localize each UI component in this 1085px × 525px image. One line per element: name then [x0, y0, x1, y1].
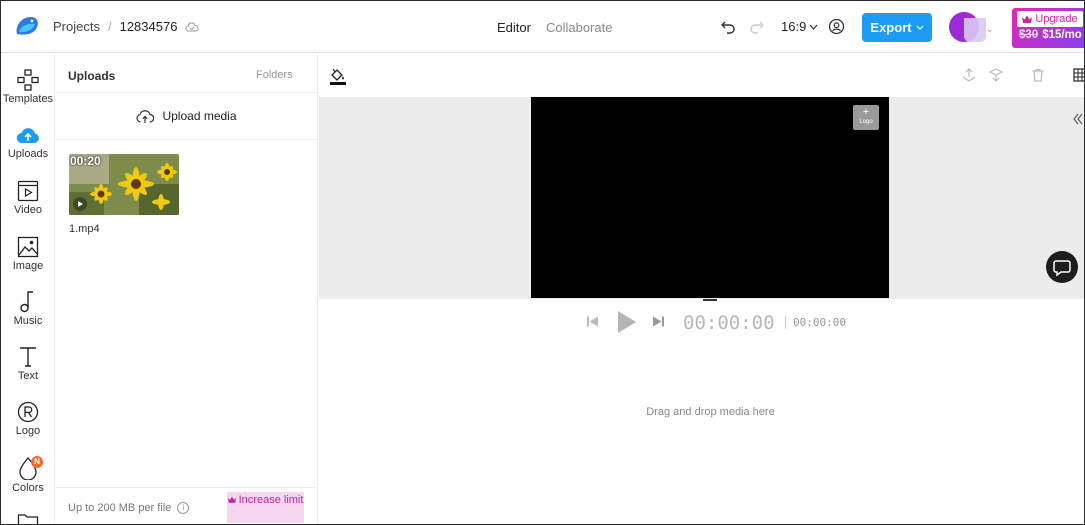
sidebar-item-image[interactable]: Image [1, 236, 55, 288]
music-note-icon [20, 291, 33, 313]
registered-icon [17, 401, 39, 423]
upload-limit-footer: Up to 200 MB per file i Increase limit [55, 487, 318, 524]
export-button[interactable]: Export [862, 13, 932, 42]
upload-media-button[interactable]: Upload media [55, 92, 318, 140]
upgrade-price: $30 $15/mo [1019, 29, 1082, 41]
folder-icon [17, 514, 39, 524]
grid-icon[interactable] [1073, 68, 1085, 82]
send-backward-icon[interactable] [989, 68, 1003, 82]
app-logo-icon[interactable] [13, 14, 41, 40]
upload-cloud-icon [16, 128, 39, 144]
upload-media-label: Upload media [162, 109, 237, 123]
undo-icon[interactable] [720, 18, 736, 34]
cloud-saved-icon [185, 22, 200, 31]
tab-collaborate[interactable]: Collaborate [546, 20, 613, 35]
skip-back-icon[interactable] [587, 316, 598, 327]
avatar-secondary [964, 18, 986, 42]
play-icon [73, 197, 87, 211]
breadcrumb: Projects / 12834576 [53, 19, 200, 34]
increase-limit-button[interactable]: Increase limit [227, 492, 304, 523]
trash-icon[interactable] [1031, 68, 1045, 82]
sidebar-item-label: Music [13, 315, 43, 327]
templates-icon [17, 69, 39, 91]
chevron-down-icon [916, 25, 924, 30]
current-timecode: 00:00:00 [683, 312, 775, 334]
new-badge: N [31, 456, 43, 468]
text-icon [20, 347, 36, 367]
upgrade-button[interactable]: Upgrade $30 $15/mo [1012, 8, 1084, 48]
sidebar-item-label: Logo [15, 425, 41, 437]
bring-forward-icon[interactable] [962, 68, 976, 82]
breadcrumb-separator: / [107, 19, 112, 34]
sidebar-item-templates[interactable]: Templates [1, 69, 55, 121]
sidebar-item-label: Video [14, 204, 42, 216]
play-icon[interactable] [617, 310, 637, 334]
video-icon [17, 180, 39, 202]
info-icon[interactable]: i [177, 502, 190, 514]
top-bar: Projects / 12834576 Editor Collaborate 1… [1, 1, 1084, 53]
increase-limit-label: Increase limit [238, 494, 304, 506]
sidebar-item-music[interactable]: Music [1, 291, 55, 343]
sidebar-item-label: Uploads [7, 148, 49, 160]
paint-bucket-icon[interactable] [329, 67, 347, 85]
editor-window: Projects / 12834576 Editor Collaborate 1… [0, 0, 1085, 525]
sidebar-item-video[interactable]: Video [1, 180, 55, 232]
sidebar-item-uploads[interactable]: Uploads [1, 126, 55, 178]
new-price: $15/mo [1042, 29, 1082, 41]
chat-button[interactable] [1046, 251, 1078, 283]
timeline-drop-hint[interactable]: Drag and drop media here [319, 406, 1084, 418]
account-menu-caret-icon[interactable]: ⌄ [986, 24, 994, 35]
uploads-panel: Uploads Folders Upload media 00:20 1.mp4… [55, 54, 318, 524]
media-filename: 1.mp4 [69, 223, 100, 235]
tab-folders[interactable]: Folders [256, 69, 293, 81]
logo-placeholder[interactable]: + Logo [853, 105, 879, 130]
sidebar-item-logo[interactable]: Logo [1, 401, 55, 453]
sidebar-item-label: Colors [12, 482, 44, 494]
sidebar: Templates Uploads Video Image Music Text… [1, 54, 55, 524]
aspect-ratio-dropdown[interactable]: 16:9 [781, 19, 818, 34]
image-icon [17, 236, 39, 258]
upload-limit-text: Up to 200 MB per file [68, 502, 172, 514]
chevron-down-icon [809, 24, 818, 30]
export-label: Export [870, 20, 912, 35]
crown-icon [1022, 15, 1033, 23]
player-controls: 00:00:00 00:00:00 [319, 301, 1084, 341]
chat-bubble-icon [1053, 260, 1071, 277]
editor-toolbar [319, 54, 1085, 97]
redo-icon[interactable] [749, 18, 765, 34]
media-duration: 00:20 [70, 154, 101, 168]
sidebar-item-folder[interactable] [1, 512, 55, 524]
sidebar-item-label: Image [12, 260, 44, 272]
skip-forward-icon[interactable] [653, 316, 664, 327]
media-thumbnail[interactable]: 00:20 [69, 154, 179, 215]
sidebar-item-text[interactable]: Text [1, 346, 55, 398]
video-stage[interactable] [531, 97, 889, 298]
sidebar-item-label: Templates [2, 93, 54, 105]
plus-icon: + [862, 106, 870, 118]
upload-limit-info: Up to 200 MB per file i [68, 502, 190, 514]
tab-editor[interactable]: Editor [497, 20, 531, 35]
old-price: $30 [1019, 29, 1039, 41]
collapse-panel-icon[interactable] [1073, 112, 1083, 126]
share-user-icon[interactable] [828, 18, 845, 35]
upload-cloud-icon [136, 109, 155, 123]
project-id[interactable]: 12834576 [120, 19, 178, 34]
sidebar-item-label: Text [17, 370, 39, 382]
sidebar-item-colors[interactable]: N Colors [1, 456, 55, 508]
crown-icon [227, 496, 236, 503]
upgrade-label: Upgrade [1035, 13, 1078, 25]
aspect-ratio-value: 16:9 [781, 19, 807, 34]
panel-title[interactable]: Uploads [68, 69, 115, 83]
breadcrumb-projects[interactable]: Projects [53, 19, 100, 34]
upgrade-pill: Upgrade [1017, 11, 1083, 27]
total-timecode: 00:00:00 [785, 316, 846, 329]
logo-placeholder-label: Logo [859, 119, 873, 125]
mode-tabs: Editor Collaborate [497, 20, 612, 35]
